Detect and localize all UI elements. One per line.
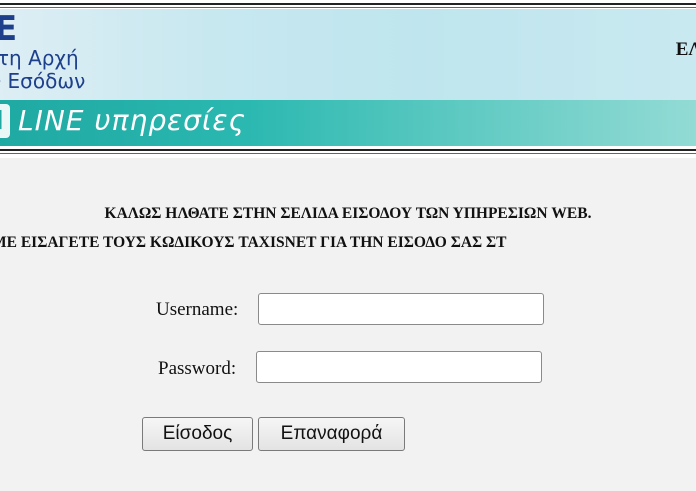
password-input[interactable] [256,351,542,383]
services-banner: N LINE υπηρεσίες [0,100,696,146]
username-label: Username: [156,299,239,320]
header-top-rule-thin [0,7,696,8]
header-top-rule [0,3,696,5]
banner-title: LINE υπηρεσίες [18,104,246,137]
header-bottom-rule-thin [0,153,696,154]
banner-logo-icon: N [0,104,10,138]
login-page: E τη Αρχή ν Εσόδων ΕΛ N LINE υπηρεσίες Κ… [0,0,696,491]
welcome-heading: ΚΑΛΩΣ ΗΛΘΑΤΕ ΣΤΗΝ ΣΕΛΙΔΑ ΕΙΣΟΔΟΥ ΤΩΝ ΥΠΗ… [104,205,592,222]
login-instructions: ΜΕ ΕΙΣΑΓΕΤΕ ΤΟΥΣ ΚΩΔΙΚΟΥΣ TAXISNET ΓΙΑ Τ… [0,234,507,251]
header-bottom-rule [0,149,696,151]
language-link[interactable]: ΕΛ [676,39,696,61]
aade-logo: E [0,9,17,49]
logo-band: E τη Αρχή ν Εσόδων ΕΛ [0,9,696,100]
login-button[interactable]: Είσοδος [142,417,253,451]
reset-button[interactable]: Επαναφορά [258,417,405,451]
logo-text-line1: τη Αρχή [0,46,79,70]
site-header: E τη Αρχή ν Εσόδων ΕΛ N LINE υπηρεσίες [0,0,696,158]
username-input[interactable] [258,293,544,325]
password-label: Password: [158,358,237,379]
logo-text-line2: ν Εσόδων [0,69,86,93]
